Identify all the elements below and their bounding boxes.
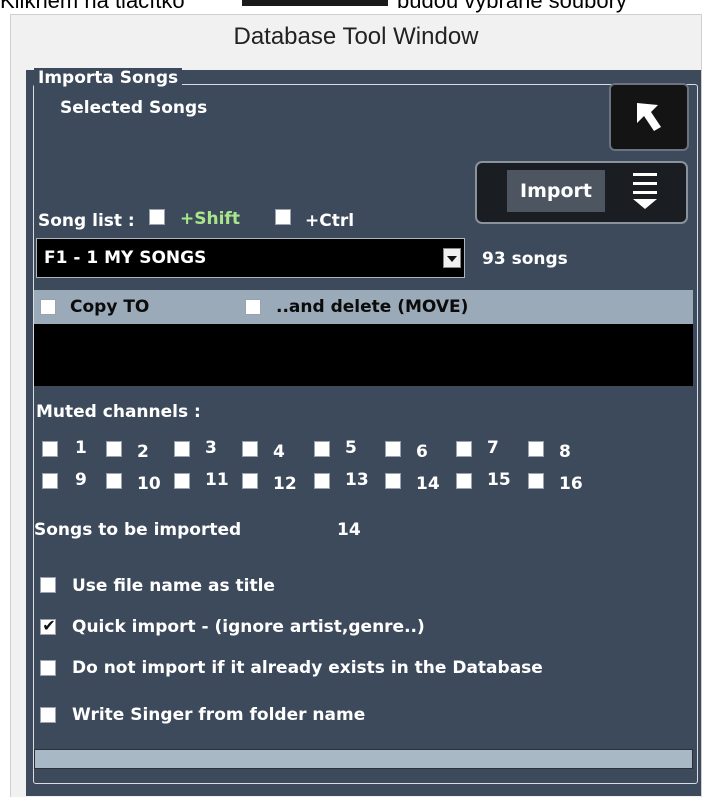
channel-checkbox[interactable] xyxy=(528,441,544,457)
channel-label: 1 xyxy=(75,438,87,458)
channel-checkbox[interactable] xyxy=(242,441,258,457)
checkmark-icon: ✔ xyxy=(42,616,56,635)
import-button-label: Import xyxy=(507,170,605,212)
channel-label: 10 xyxy=(137,474,161,494)
copy-to-checkbox[interactable] xyxy=(40,299,56,315)
channel-checkbox[interactable] xyxy=(42,473,58,489)
channel-label: 3 xyxy=(205,438,217,458)
channel-checkbox[interactable] xyxy=(314,441,330,457)
channel-label: 2 xyxy=(137,442,149,462)
option-checkbox-use-file-name[interactable] xyxy=(40,577,56,593)
channel-checkbox[interactable] xyxy=(106,473,122,489)
channel-checkbox[interactable] xyxy=(385,441,401,457)
songs-to-import-value: 14 xyxy=(337,520,361,540)
channel-label: 4 xyxy=(273,442,285,462)
move-checkbox[interactable] xyxy=(245,299,261,315)
dropdown-value: F1 - 1 MY SONGS xyxy=(44,248,207,268)
option-checkbox-singer-from-folder[interactable] xyxy=(40,707,56,723)
channel-label: 12 xyxy=(273,474,297,494)
option-label-no-duplicates: Do not import if it already exists in th… xyxy=(72,658,543,678)
option-checkbox-quick-import[interactable]: ✔ xyxy=(40,616,56,635)
window-title: Database Tool Window xyxy=(233,23,479,50)
ctrl-label: +Ctrl xyxy=(305,211,355,231)
channel-label: 7 xyxy=(487,438,499,458)
group-title: Importa Songs xyxy=(34,68,183,88)
channel-checkbox[interactable] xyxy=(314,473,330,489)
channel-checkbox[interactable] xyxy=(456,441,472,457)
channel-checkbox[interactable] xyxy=(174,473,190,489)
copy-to-label: Copy TO xyxy=(70,297,150,317)
menu-icon xyxy=(633,173,657,209)
import-progress-bar xyxy=(34,749,693,769)
channel-label: 9 xyxy=(75,470,87,490)
back-button[interactable] xyxy=(609,83,689,151)
caption-button-image xyxy=(242,0,388,6)
channel-label: 14 xyxy=(416,474,440,494)
song-count: 93 songs xyxy=(482,249,568,269)
channel-checkbox[interactable] xyxy=(242,473,258,489)
selected-songs-label: Selected Songs xyxy=(60,98,208,118)
channel-label: 6 xyxy=(416,442,428,462)
muted-channels-label: Muted channels : xyxy=(36,402,201,422)
destination-list[interactable] xyxy=(34,324,693,386)
channel-label: 11 xyxy=(205,470,229,490)
songs-to-import-label: Songs to be imported xyxy=(34,520,242,540)
channel-label: 15 xyxy=(487,470,511,490)
channel-label: 16 xyxy=(559,474,583,494)
caption-left-text: Kliknem na tlačítko xyxy=(0,0,185,13)
channel-checkbox[interactable] xyxy=(456,473,472,489)
back-arrow-icon xyxy=(637,103,661,131)
song-list-dropdown[interactable]: F1 - 1 MY SONGS xyxy=(36,238,465,278)
option-label-quick-import: Quick import - (ignore artist,genre..) xyxy=(72,617,425,637)
caption-right-text: budou vybrané soubory xyxy=(397,0,627,13)
channel-checkbox[interactable] xyxy=(528,473,544,489)
import-button[interactable]: Import xyxy=(475,161,688,224)
channel-checkbox[interactable] xyxy=(106,441,122,457)
song-list-label: Song list : xyxy=(38,211,135,231)
move-label: ..and delete (MOVE) xyxy=(276,297,469,317)
channel-label: 8 xyxy=(559,442,571,462)
channel-label: 5 xyxy=(345,438,357,458)
channel-label: 13 xyxy=(345,470,369,490)
option-label-use-file-name: Use file name as title xyxy=(72,576,275,596)
channel-checkbox[interactable] xyxy=(385,473,401,489)
option-label-singer-from-folder: Write Singer from folder name xyxy=(72,705,366,725)
option-checkbox-no-duplicates[interactable] xyxy=(40,660,56,676)
chevron-down-icon[interactable] xyxy=(443,248,461,268)
shift-label: +Shift xyxy=(180,209,240,229)
channel-checkbox[interactable] xyxy=(42,441,58,457)
shift-checkbox[interactable] xyxy=(149,209,165,225)
document-caption: Kliknem na tlačítko budou vybrané soubor… xyxy=(0,0,712,14)
channel-checkbox[interactable] xyxy=(174,441,190,457)
ctrl-checkbox[interactable] xyxy=(275,209,291,225)
